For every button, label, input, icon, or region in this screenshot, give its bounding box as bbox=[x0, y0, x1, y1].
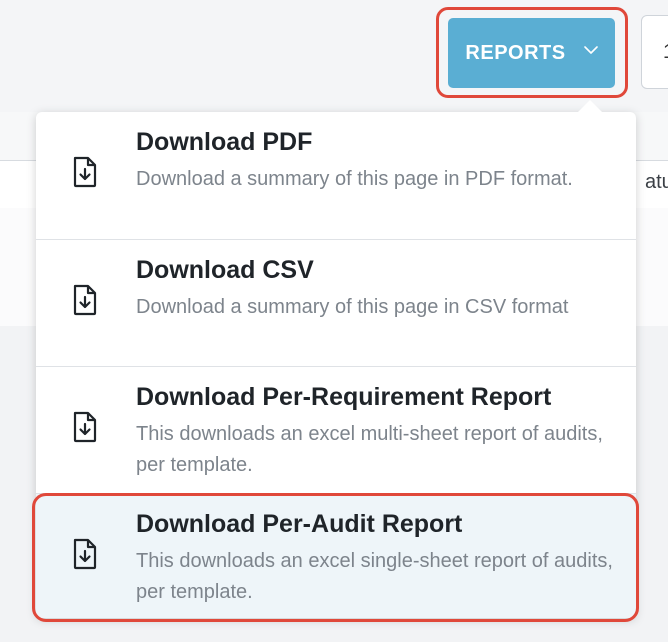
pagination-label: 1 bbox=[663, 41, 668, 64]
reports-button-label: REPORTS bbox=[465, 41, 566, 64]
menu-item-download-csv[interactable]: Download CSV Download a summary of this … bbox=[36, 239, 636, 366]
menu-item-download-pdf[interactable]: Download PDF Download a summary of this … bbox=[36, 112, 636, 239]
reports-button[interactable]: REPORTS bbox=[448, 18, 615, 88]
menu-item-download-per-requirement-report[interactable]: Download Per-Requirement Report This dow… bbox=[36, 366, 636, 493]
menu-item-description: Download a summary of this page in CSV f… bbox=[136, 296, 569, 318]
status-column-header: atu bbox=[645, 171, 668, 193]
menu-item-description: Download a summary of this page in PDF f… bbox=[136, 168, 573, 190]
chevron-down-icon bbox=[583, 46, 598, 54]
active-item-highlight-outline bbox=[32, 493, 639, 622]
dropdown-caret bbox=[578, 100, 602, 112]
file-download-icon bbox=[73, 156, 97, 188]
pagination-button[interactable]: 1 bbox=[641, 15, 668, 89]
menu-item-title: Download CSV bbox=[136, 256, 314, 284]
file-download-icon bbox=[73, 284, 97, 316]
file-download-icon bbox=[73, 411, 97, 443]
menu-item-description: This downloads an excel multi-sheet repo… bbox=[136, 423, 603, 476]
menu-item-title: Download Per-Requirement Report bbox=[136, 383, 552, 411]
menu-item-title: Download PDF bbox=[136, 128, 313, 156]
